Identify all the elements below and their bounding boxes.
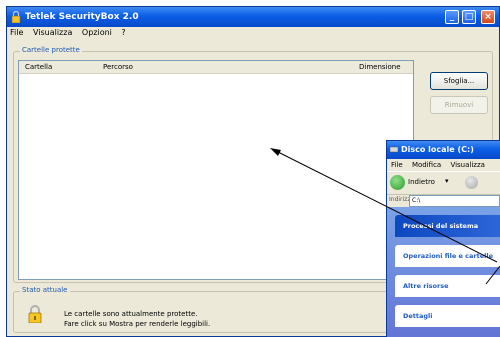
maximize-button[interactable]: □ xyxy=(462,10,476,24)
drive-icon xyxy=(390,146,398,153)
explorer-title: Disco locale (C:) xyxy=(401,145,474,154)
minimize-button[interactable]: _ xyxy=(445,10,459,24)
list-header: Cartella Percorso Dimensione xyxy=(19,61,413,74)
explorer-title-bar[interactable]: Disco locale (C:) xyxy=(387,141,500,159)
menu-bar: File Visualizza Opzioni ? xyxy=(7,27,499,39)
lock-icon xyxy=(11,11,21,23)
menu-file[interactable]: File xyxy=(10,28,23,37)
menu-help[interactable]: ? xyxy=(121,28,125,37)
status-line-1: Le cartelle sono attualmente protette. xyxy=(64,310,198,318)
forward-arrow-icon[interactable] xyxy=(465,176,478,189)
status-label: Stato attuale xyxy=(20,286,70,294)
back-arrow-icon[interactable] xyxy=(390,175,405,190)
task-details[interactable]: Dettagli xyxy=(395,305,500,327)
task-system-processes[interactable]: Processi del sistema xyxy=(395,215,500,237)
folders-list[interactable]: Cartella Percorso Dimensione xyxy=(18,60,414,280)
column-percorso[interactable]: Percorso xyxy=(103,61,133,73)
padlock-icon xyxy=(28,305,42,323)
back-button-label[interactable]: Indietro xyxy=(408,178,435,186)
back-dropdown-icon[interactable]: ▾ xyxy=(445,177,449,185)
menu-visualizza[interactable]: Visualizza xyxy=(33,28,72,37)
task-file-folder-operations[interactable]: Operazioni file e cartelle xyxy=(395,245,500,267)
column-dimensione[interactable]: Dimensione xyxy=(359,61,401,73)
browse-button[interactable]: Sfoglia... xyxy=(430,72,488,90)
explorer-menu-modifica[interactable]: Modifica xyxy=(412,161,441,169)
explorer-menu-bar: File Modifica Visualizza xyxy=(387,159,500,171)
protected-folders-label: Cartelle protette xyxy=(20,46,82,54)
task-pane: Processi del sistema Operazioni file e c… xyxy=(387,207,500,337)
close-button[interactable]: × xyxy=(481,10,495,24)
window-title: Tetlek SecurityBox 2.0 xyxy=(25,12,139,22)
status-line-2: Fare click su Mostra per renderle leggib… xyxy=(64,320,211,328)
task-other-places[interactable]: Altre risorse xyxy=(395,275,500,297)
explorer-toolbar: Indietro ▾ xyxy=(387,171,500,195)
explorer-menu-visualizza[interactable]: Visualizza xyxy=(450,161,484,169)
status-message: Le cartelle sono attualmente protette. F… xyxy=(64,309,210,329)
column-cartella[interactable]: Cartella xyxy=(25,61,52,73)
title-bar[interactable]: Tetlek SecurityBox 2.0 _ □ × xyxy=(7,7,499,27)
explorer-window: Disco locale (C:) File Modifica Visualiz… xyxy=(386,140,500,337)
address-bar: Indirizzo C:\ xyxy=(387,194,500,207)
remove-button[interactable]: Rimuovi xyxy=(430,96,488,114)
address-input[interactable]: C:\ xyxy=(409,195,500,207)
explorer-menu-file[interactable]: File xyxy=(391,161,403,169)
menu-opzioni[interactable]: Opzioni xyxy=(82,28,112,37)
